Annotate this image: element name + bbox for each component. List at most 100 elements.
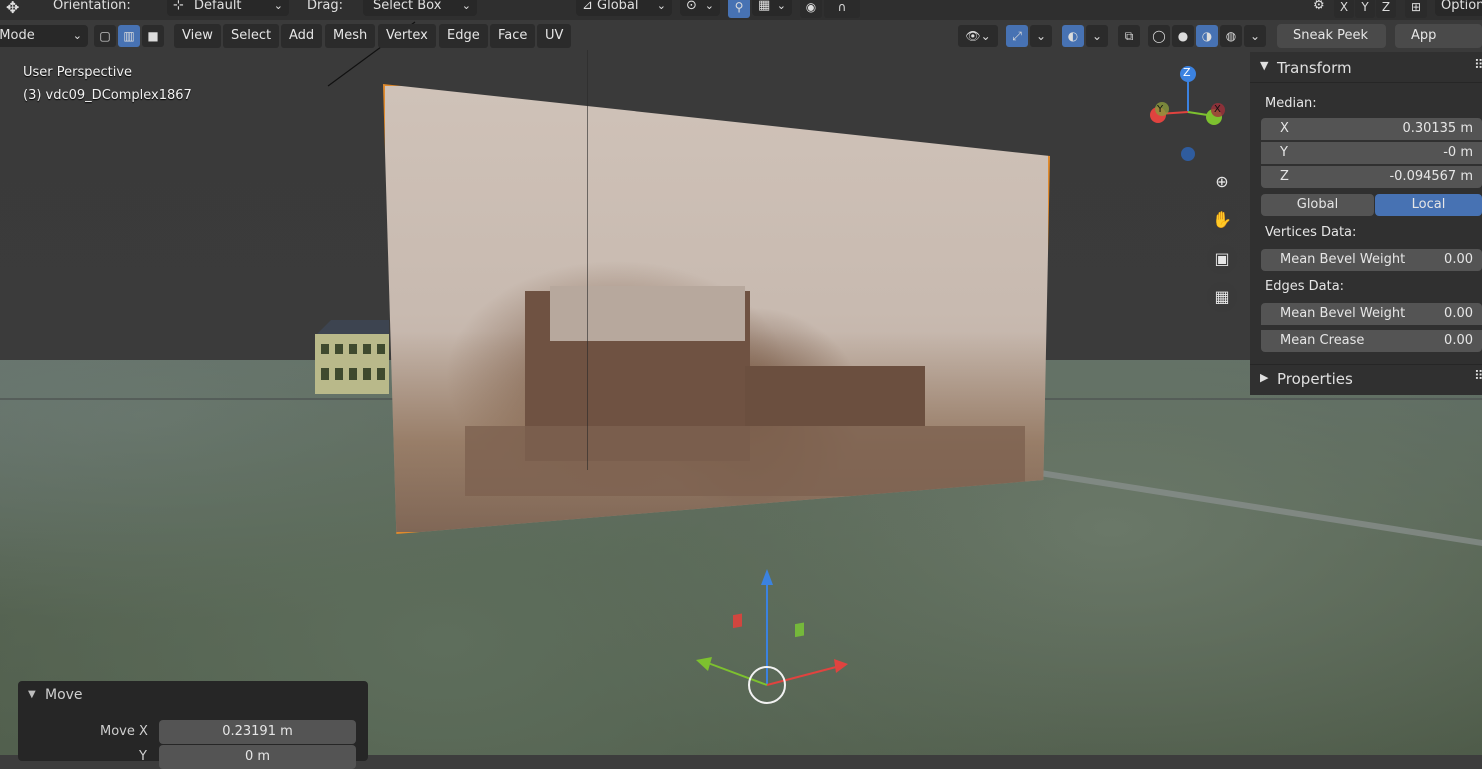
photo-building-side <box>745 366 925 426</box>
tool-settings-header: ✥ Orientation: ⊹ Default ⌄ Drag: Select … <box>0 0 1482 20</box>
hand-pan-icon[interactable]: ✋ <box>1207 205 1237 235</box>
mode-dropdown[interactable]: Edit Mode ⌄ <box>0 25 88 47</box>
move-x-label: Move X <box>100 724 148 739</box>
ortho-grid-icon[interactable]: ▦ <box>1207 282 1237 312</box>
move-gizmo[interactable] <box>688 565 858 705</box>
median-y-field[interactable]: Y -0 m <box>1261 142 1482 164</box>
median-x-field[interactable]: X 0.30135 m <box>1261 118 1482 140</box>
transform-title: Transform <box>1277 59 1352 77</box>
chevron-down-icon: ⌄ <box>273 0 283 12</box>
edge-select-icon[interactable]: ▥ <box>118 25 140 47</box>
transform-space-dropdown[interactable]: ⊿ Global ⌄ <box>576 0 672 16</box>
auto-merge-icon[interactable]: ⊞ <box>1405 0 1427 18</box>
drag-handle-icon[interactable]: ⠿ <box>1474 58 1482 73</box>
shading-dropdown-icon[interactable]: ⌄ <box>1244 25 1266 47</box>
median-y-label: Y <box>1280 145 1288 160</box>
overlays-toggle-icon[interactable]: ◐ <box>1062 25 1084 47</box>
median-z-field[interactable]: Z -0.094567 m <box>1261 166 1482 188</box>
global-toggle[interactable]: Global <box>1261 194 1374 216</box>
road <box>1039 470 1482 558</box>
transform-space-value: Global <box>597 0 639 13</box>
orientation-axes-icon: ⊹ <box>173 0 189 13</box>
menu-uv[interactable]: UV <box>537 24 572 48</box>
menu-mesh[interactable]: Mesh <box>325 24 376 48</box>
sneak-peek-button[interactable]: Sneak Peek <box>1277 24 1386 48</box>
photo-plane[interactable] <box>383 84 1050 534</box>
snap-grid-icon: ▦ <box>758 0 771 13</box>
move-x-field[interactable]: 0.23191 m <box>159 720 356 744</box>
solid-shading-icon[interactable]: ● <box>1172 25 1194 47</box>
axis-y-toggle[interactable]: Y <box>1355 0 1375 18</box>
menu-select[interactable]: Select <box>223 24 280 48</box>
options-label: Options <box>1441 0 1482 13</box>
axis-x-toggle[interactable]: X <box>1334 0 1354 18</box>
pivot-dropdown[interactable]: ⊙ ⌄ <box>680 0 720 16</box>
transform-panel-header[interactable]: ▼ Transform ⠿ <box>1250 54 1482 83</box>
zoom-icon[interactable]: ⊕ <box>1207 167 1237 197</box>
menu-face[interactable]: Face <box>490 24 536 48</box>
gizmo-dropdown-icon[interactable]: ⌄ <box>1030 25 1052 47</box>
house-model <box>315 320 389 394</box>
orientation-dropdown[interactable]: ⊹ Default ⌄ <box>167 0 289 16</box>
visibility-eye-icon[interactable]: 👁⌄ <box>958 25 998 47</box>
drag-label: Drag: <box>307 0 343 13</box>
gizmo-toggle-icon[interactable]: ⤢ <box>1006 25 1028 47</box>
viewport-object-label: (3) vdc09_DComplex1867 <box>23 88 192 103</box>
vertex-bevel-field[interactable]: Mean Bevel Weight 0.00 <box>1261 249 1482 271</box>
chevron-down-icon: ⌄ <box>72 29 82 42</box>
menu-vertex[interactable]: Vertex <box>378 24 436 48</box>
snap-dropdown[interactable]: ▦ ⌄ <box>752 0 792 16</box>
chevron-down-icon: ⌄ <box>704 0 714 12</box>
edge-bevel-value: 0.00 <box>1444 306 1473 321</box>
proportional-edit-icon[interactable]: ◉ <box>800 0 822 18</box>
gizmo-x-label: X <box>1214 104 1221 115</box>
median-z-value: -0.094567 m <box>1389 169 1473 184</box>
orientation-value: Default <box>194 0 242 13</box>
snap-toggle-icon[interactable]: ⚲ <box>728 0 750 18</box>
material-shading-icon[interactable]: ◑ <box>1196 25 1218 47</box>
vertex-select-icon[interactable]: ▢ <box>94 25 116 47</box>
median-label: Median: <box>1265 96 1317 111</box>
camera-view-icon[interactable]: ▣ <box>1207 244 1237 274</box>
edge-bevel-field[interactable]: Mean Bevel Weight 0.00 <box>1261 303 1482 325</box>
mode-value: Edit Mode <box>0 28 35 43</box>
axis-z-toggle[interactable]: Z <box>1376 0 1396 18</box>
rendered-shading-icon[interactable]: ◍ <box>1220 25 1242 47</box>
menu-add[interactable]: Add <box>281 24 323 48</box>
app-manager-button[interactable]: App Manager <box>1395 24 1482 48</box>
gizmo-z-label: Z <box>1183 66 1191 79</box>
move-cursor-icon[interactable]: ✥ <box>6 0 19 17</box>
mirror-icon[interactable]: ⚙ <box>1313 0 1325 13</box>
collapse-arrow-icon[interactable]: ▼ <box>28 689 36 700</box>
sidebar-transform-panel: ▼ Transform ⠿ Median: X 0.30135 m Y -0 m… <box>1250 52 1482 395</box>
local-toggle[interactable]: Local <box>1375 194 1482 216</box>
wireframe-shading-icon[interactable]: ◯ <box>1148 25 1170 47</box>
properties-panel-header[interactable]: ▶ Properties ⠿ <box>1250 364 1482 395</box>
chevron-down-icon: ⌄ <box>656 0 666 12</box>
edge-crease-value: 0.00 <box>1444 333 1473 348</box>
menu-view[interactable]: View <box>174 24 221 48</box>
face-select-icon[interactable]: ■ <box>142 25 164 47</box>
edge-crease-field[interactable]: Mean Crease 0.00 <box>1261 330 1482 352</box>
vertices-data-label: Vertices Data: <box>1265 225 1357 240</box>
gizmo-y-label: Y <box>1157 104 1164 115</box>
viewport-perspective-label: User Perspective <box>23 65 133 80</box>
median-x-label: X <box>1280 121 1289 136</box>
xray-toggle-icon[interactable]: ⧉ <box>1118 25 1140 47</box>
drag-handle-icon[interactable]: ⠿ <box>1474 369 1482 384</box>
move-y-field[interactable]: 0 m <box>159 745 356 769</box>
operator-title: Move <box>45 687 83 703</box>
menu-edge[interactable]: Edge <box>439 24 488 48</box>
drag-dropdown[interactable]: Select Box ⌄ <box>363 0 477 16</box>
last-operator-panel: ▼ Move Move X 0.23191 m Y 0 m <box>18 681 368 769</box>
vertex-bevel-value: 0.00 <box>1444 252 1473 267</box>
vertex-bevel-label: Mean Bevel Weight <box>1280 252 1406 267</box>
photo-shore <box>465 426 1025 496</box>
pivot-icon: ⊙ <box>686 0 697 13</box>
orientation-label: Orientation: <box>53 0 131 13</box>
collapse-arrow-icon: ▼ <box>1260 59 1269 72</box>
overlays-dropdown-icon[interactable]: ⌄ <box>1086 25 1108 47</box>
edge-bevel-label: Mean Bevel Weight <box>1280 306 1406 321</box>
falloff-icon[interactable]: ∩ <box>824 0 860 18</box>
options-dropdown[interactable]: Options <box>1435 0 1482 16</box>
